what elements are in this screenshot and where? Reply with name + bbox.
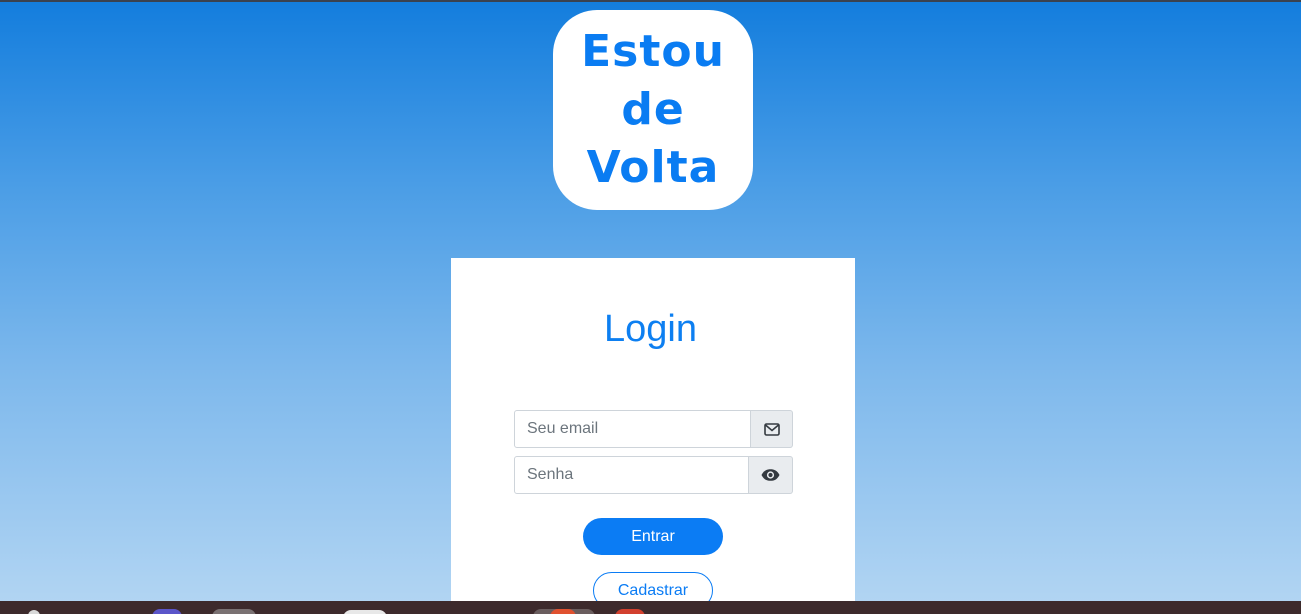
envelope-icon: [763, 422, 780, 436]
password-input[interactable]: [514, 456, 749, 494]
taskbar-app-icon[interactable]: [28, 610, 40, 614]
eye-icon: [761, 469, 780, 481]
logo-line-3: Volta: [586, 142, 720, 193]
login-title: Login: [604, 308, 697, 350]
taskbar: [0, 601, 1301, 614]
taskbar-app-icon[interactable]: [550, 609, 576, 614]
logo-line-2: de: [621, 84, 685, 135]
logo-line-1: Estou: [581, 26, 725, 77]
email-input[interactable]: [514, 410, 751, 448]
password-field-group: [514, 456, 793, 494]
password-toggle[interactable]: [749, 456, 793, 494]
email-field-group: [514, 410, 793, 448]
taskbar-app-icon[interactable]: [152, 609, 182, 614]
taskbar-app-icon[interactable]: [212, 609, 256, 614]
window-top-edge: [0, 0, 1301, 2]
email-addon: [751, 410, 793, 448]
taskbar-app-icon[interactable]: [615, 609, 645, 614]
taskbar-app-icon[interactable]: [343, 610, 387, 614]
login-button[interactable]: Entrar: [583, 518, 723, 555]
app-logo: Estou de Volta: [553, 10, 753, 210]
